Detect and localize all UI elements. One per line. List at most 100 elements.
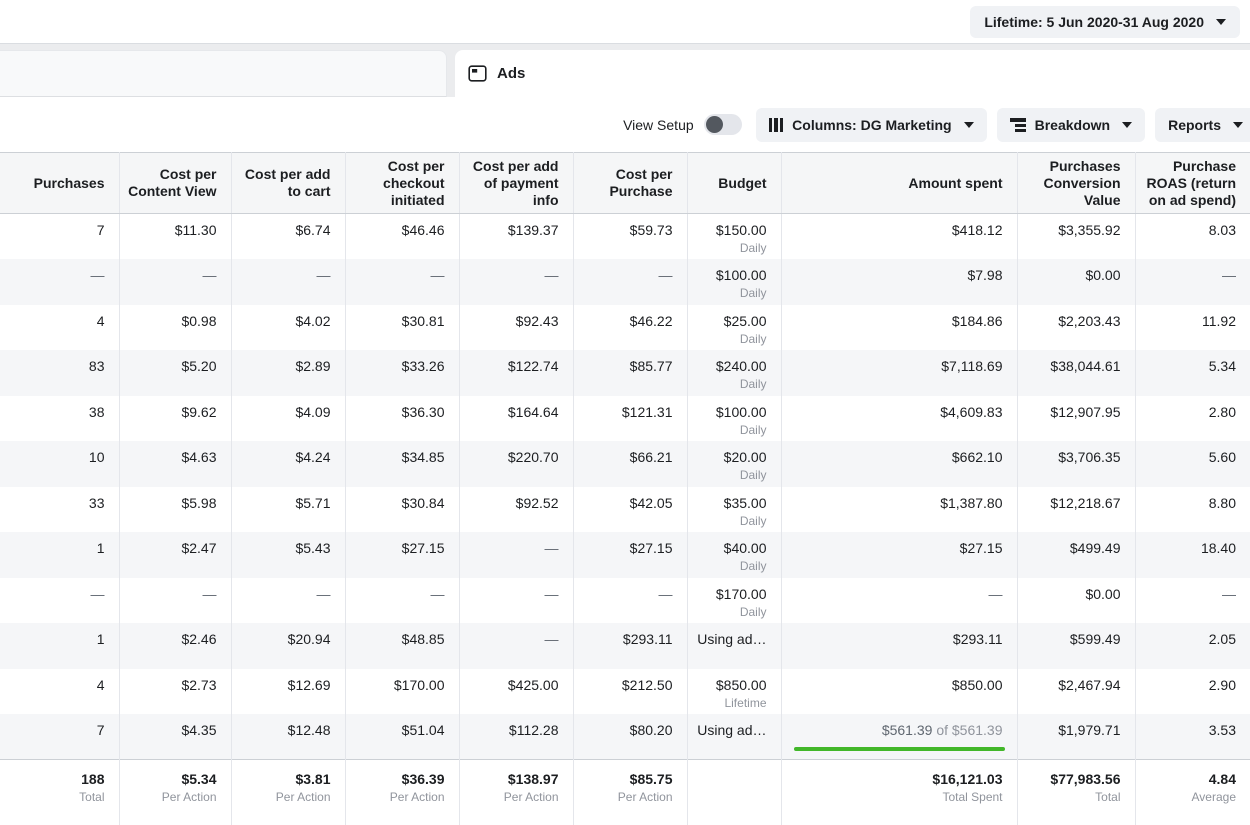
cell-value: $2.46 [181, 631, 216, 647]
cell-cost-per-checkout-initiated: $27.15 [345, 532, 459, 578]
table-row: 83$5.20$2.89$33.26$122.74$85.77$240.00Da… [0, 350, 1250, 396]
cell-value: $7.98 [967, 267, 1002, 283]
total-cost-per-add-of-payment-info: $138.97Per Action [459, 760, 573, 825]
reports-button[interactable]: Reports [1155, 108, 1250, 142]
column-header-cost-per-add-of-payment-info[interactable]: Cost per add of payment info [459, 153, 573, 214]
cell-cost-per-content-view: $9.62 [119, 396, 231, 442]
cell-value: $59.73 [630, 222, 673, 238]
cell-amount-spent: $561.39 of $561.39 [781, 714, 1017, 760]
cell-value: — [659, 267, 673, 283]
cell-value: $66.21 [630, 449, 673, 465]
cell-budget: $170.00Daily [687, 578, 781, 624]
cell-value: $425.00 [508, 677, 559, 693]
cell-value: $240.00 [716, 358, 767, 374]
breakdown-button[interactable]: Breakdown [997, 108, 1145, 142]
breakdown-icon [1010, 118, 1026, 132]
tab-ads[interactable]: Ads [455, 50, 1250, 97]
cell-value: $35.00 [724, 495, 767, 511]
cell-purchases-conversion-value: $3,706.35 [1017, 441, 1135, 487]
cell-cost-per-checkout-initiated: $36.30 [345, 396, 459, 442]
cell-cost-per-add-of-payment-info: $164.64 [459, 396, 573, 442]
table-row: 1$2.46$20.94$48.85—$293.11Using ad…$293.… [0, 623, 1250, 669]
cell-value: $1,979.71 [1058, 722, 1120, 738]
cell-value: $77,983.56 [1050, 771, 1120, 787]
view-setup-toggle[interactable] [704, 114, 742, 135]
cell-value: 188 [81, 771, 104, 787]
toolbar: View Setup Columns: DG Marketing Breakdo… [0, 97, 1250, 152]
cell-budget: $40.00Daily [687, 532, 781, 578]
column-header-cost-per-add-to-cart[interactable]: Cost per add to cart [231, 153, 345, 214]
cell-cost-per-content-view: $2.47 [119, 532, 231, 578]
cell-purchase-roas: 3.53 [1135, 714, 1250, 760]
cell-purchase-roas: 5.34 [1135, 350, 1250, 396]
columns-button[interactable]: Columns: DG Marketing [756, 108, 987, 142]
cell-sublabel: Lifetime [694, 696, 767, 710]
cell-value: 5.60 [1209, 449, 1236, 465]
cell-value: $48.85 [402, 631, 445, 647]
cell-value: $139.37 [508, 222, 559, 238]
column-header-amount-spent[interactable]: Amount spent [781, 153, 1017, 214]
cell-cost-per-purchase: — [573, 259, 687, 305]
cell-value: $7,118.69 [941, 358, 1002, 374]
cell-value: $0.00 [1085, 267, 1120, 283]
column-header-purchases[interactable]: Purchases [0, 153, 119, 214]
column-header-cost-per-checkout-initiated[interactable]: Cost per checkout initiated [345, 153, 459, 214]
cell-cost-per-content-view: $11.30 [119, 214, 231, 260]
column-header-cost-per-content-view[interactable]: Cost per Content View [119, 153, 231, 214]
top-bar: Lifetime: 5 Jun 2020-31 Aug 2020 [0, 0, 1250, 44]
ads-icon [468, 65, 487, 82]
date-range-selector[interactable]: Lifetime: 5 Jun 2020-31 Aug 2020 [970, 6, 1240, 38]
cell-value: $212.50 [622, 677, 673, 693]
cell-value: $184.86 [952, 313, 1003, 329]
tab-adsets[interactable] [0, 50, 447, 97]
table-row: 4$0.98$4.02$30.81$92.43$46.22$25.00Daily… [0, 305, 1250, 351]
cell-value: 38 [89, 404, 105, 420]
cell-value: $11.30 [175, 222, 217, 238]
cell-budget: $240.00Daily [687, 350, 781, 396]
cell-value: $27.15 [630, 540, 673, 556]
chevron-down-icon [1216, 19, 1226, 25]
cell-cost-per-purchase: $293.11 [573, 623, 687, 669]
table-row: 33$5.98$5.71$30.84$92.52$42.05$35.00Dail… [0, 487, 1250, 533]
cell-purchases-conversion-value: $1,979.71 [1017, 714, 1135, 760]
cell-value: $5.43 [295, 540, 330, 556]
cell-value: 8.03 [1209, 222, 1236, 238]
cell-budget: $35.00Daily [687, 487, 781, 533]
columns-button-label: Columns: DG Marketing [792, 117, 951, 133]
cell-budget: $850.00 Lifetime [687, 669, 781, 715]
column-header-budget[interactable]: Budget [687, 153, 781, 214]
cell-budget: $100.00Daily [687, 396, 781, 442]
column-header-purchase-roas[interactable]: Purchase ROAS (return on ad spend) [1135, 153, 1250, 214]
cell-cost-per-content-view: $5.20 [119, 350, 231, 396]
cell-cost-per-checkout-initiated: — [345, 259, 459, 305]
cell-sublabel: Per Action [126, 790, 217, 804]
total-cost-per-checkout-initiated: $36.39Per Action [345, 760, 459, 825]
cell-amount-spent: $850.00 [781, 669, 1017, 715]
cell-value: $80.20 [630, 722, 673, 738]
cell-sublabel: Total Spent [788, 790, 1003, 804]
cell-value: $293.11 [623, 631, 673, 647]
cell-value: $34.85 [402, 449, 445, 465]
cell-value: $599.49 [1070, 631, 1121, 647]
cell-value: $5.71 [295, 495, 330, 511]
cell-cost-per-content-view: $4.63 [119, 441, 231, 487]
cell-cost-per-add-to-cart: $5.71 [231, 487, 345, 533]
total-purchases: 188Total [0, 760, 119, 825]
cell-sublabel: Daily [694, 468, 767, 482]
cell-purchase-roas: 5.60 [1135, 441, 1250, 487]
column-header-cost-per-purchase[interactable]: Cost per Purchase [573, 153, 687, 214]
cell-purchases: 33 [0, 487, 119, 533]
cell-cost-per-add-to-cart: — [231, 259, 345, 305]
cell-value: $164.64 [508, 404, 559, 420]
cell-sublabel: Daily [694, 286, 767, 300]
cell-budget: $100.00Daily [687, 259, 781, 305]
cell-value: $170.00 [394, 677, 445, 693]
cell-value: $122.74 [508, 358, 559, 374]
cell-cost-per-add-of-payment-info: $220.70 [459, 441, 573, 487]
total-budget [687, 760, 781, 825]
column-header-purchases-conversion-value[interactable]: Purchases Conversion Value [1017, 153, 1135, 214]
cell-value: $100.00 [716, 404, 767, 420]
cell-value: $46.22 [630, 313, 673, 329]
cell-amount-spent: $27.15 [781, 532, 1017, 578]
cell-value: $850.00 [716, 677, 767, 693]
